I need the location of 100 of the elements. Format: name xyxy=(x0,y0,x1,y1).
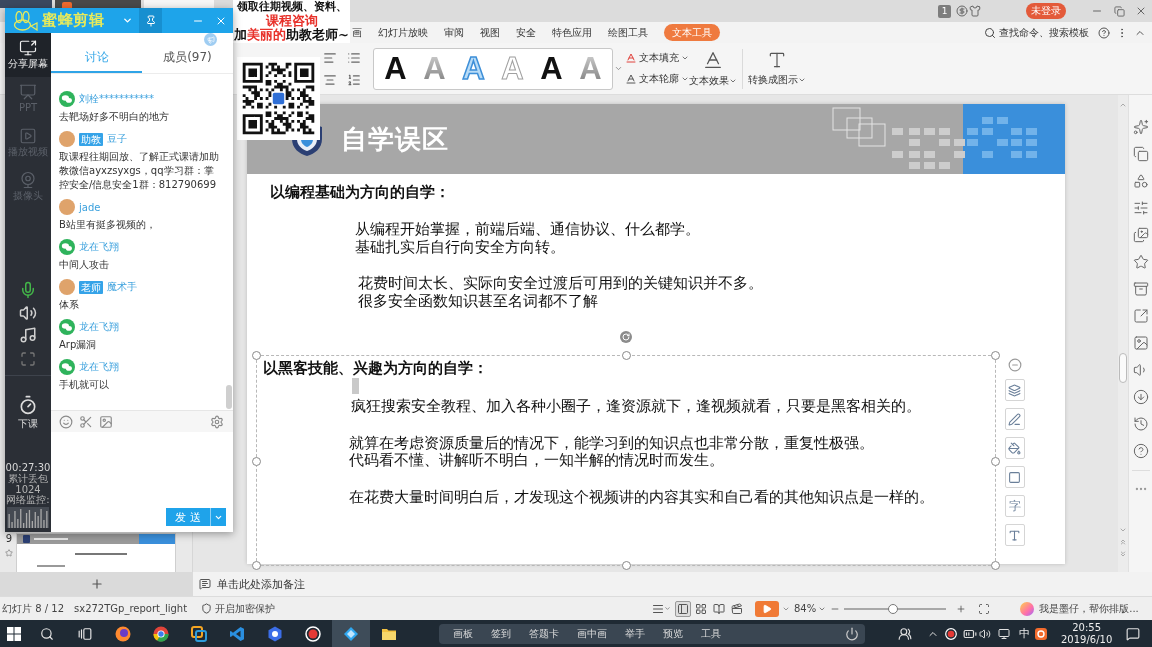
scrollbar-thumb[interactable] xyxy=(226,385,232,409)
speaker-icon[interactable] xyxy=(19,304,37,322)
ribbon-tab[interactable]: 审阅 xyxy=(444,24,464,41)
expand-icon[interactable] xyxy=(20,351,36,367)
fit-window-button[interactable] xyxy=(978,602,991,615)
microphone-icon[interactable] xyxy=(19,281,37,299)
music-icon[interactable] xyxy=(19,326,37,344)
text-outline-button[interactable]: 文本轮廓 xyxy=(625,71,689,87)
help-icon[interactable] xyxy=(1132,443,1149,459)
star-icon[interactable] xyxy=(1132,254,1149,270)
resize-handle[interactable] xyxy=(621,351,631,360)
monitor-icon[interactable] xyxy=(998,627,1010,640)
shapes-icon[interactable] xyxy=(1132,173,1149,189)
record-icon[interactable] xyxy=(945,627,957,640)
view-mode-button[interactable] xyxy=(729,600,745,617)
resize-handle[interactable] xyxy=(990,351,1000,360)
resize-handle[interactable] xyxy=(621,561,631,570)
text-style-sample[interactable]: A xyxy=(376,50,415,87)
resize-handle[interactable] xyxy=(251,561,261,570)
border-button[interactable] xyxy=(1004,466,1025,488)
resize-handle[interactable] xyxy=(251,457,261,466)
align-left-icon[interactable] xyxy=(323,50,337,65)
archive-icon[interactable] xyxy=(1132,281,1149,297)
layers-button[interactable] xyxy=(1004,379,1025,401)
slide-thumbnail[interactable] xyxy=(16,533,176,572)
play-button[interactable] xyxy=(755,600,779,617)
end-class-button[interactable]: 下课 xyxy=(18,395,38,430)
history-icon[interactable] xyxy=(1132,416,1149,432)
class-tool-button[interactable]: 答题卡 xyxy=(529,626,559,641)
settings-icon[interactable] xyxy=(210,414,224,429)
ribbon-tab[interactable]: 画 xyxy=(352,24,362,41)
command-search-field[interactable]: 查找命令、搜索模板 xyxy=(999,27,1092,38)
input-app-icon[interactable] xyxy=(1035,627,1047,640)
class-tool-button[interactable]: 举手 xyxy=(625,626,645,641)
text-style-sample[interactable]: A xyxy=(532,50,571,87)
class-tool-button[interactable]: 工具 xyxy=(701,626,721,641)
collapse-icon[interactable] xyxy=(1007,358,1022,372)
shirt-icon[interactable] xyxy=(969,5,981,17)
zoom-in-button[interactable] xyxy=(956,603,967,614)
text-box-button[interactable] xyxy=(1004,524,1025,546)
images-icon[interactable] xyxy=(1132,227,1149,243)
pin-button[interactable] xyxy=(139,8,162,33)
previous-slide-icon[interactable] xyxy=(1119,538,1127,546)
ribbon-tab[interactable]: 绘图工具 xyxy=(608,24,648,41)
text-fill-button[interactable]: 文本填充 xyxy=(625,50,689,66)
class-tool-button[interactable]: 画板 xyxy=(453,626,473,641)
gallery-more-icon[interactable] xyxy=(614,64,623,73)
resize-handle[interactable] xyxy=(251,351,261,360)
text-effect-button[interactable]: 文本效果 xyxy=(689,49,737,88)
taskbar-app-button[interactable] xyxy=(332,620,370,647)
ribbon-tab[interactable]: 特色应用 xyxy=(552,24,592,41)
resize-handle[interactable] xyxy=(990,561,1000,570)
power-icon[interactable] xyxy=(845,626,859,641)
scissors-icon[interactable] xyxy=(79,414,93,429)
ribbon-tab[interactable]: 视图 xyxy=(480,24,500,41)
help-icon[interactable] xyxy=(1098,26,1110,39)
share-icon[interactable] xyxy=(1132,308,1149,324)
encryption-button[interactable]: 开启加密保护 xyxy=(201,601,276,616)
view-mode-button[interactable] xyxy=(675,600,691,617)
class-tool-button[interactable]: 签到 xyxy=(491,626,511,641)
sliders-icon[interactable] xyxy=(1132,200,1149,216)
image-icon[interactable] xyxy=(1132,335,1149,351)
bullet-list-icon[interactable] xyxy=(347,50,361,65)
character-button[interactable]: 字 xyxy=(1004,495,1025,517)
notification-icon[interactable] xyxy=(1126,626,1141,641)
volume-icon[interactable] xyxy=(979,627,991,640)
search-icon[interactable] xyxy=(984,26,996,39)
align-center-icon[interactable] xyxy=(323,72,337,87)
notes-field[interactable]: 单击此处添加备注 xyxy=(217,577,1152,591)
numbered-list-icon[interactable] xyxy=(347,72,361,87)
next-slide-icon[interactable] xyxy=(1119,550,1127,558)
people-icon[interactable] xyxy=(898,626,912,641)
scroll-up-icon[interactable] xyxy=(1119,101,1127,109)
zoom-level-dropdown[interactable]: 84% xyxy=(794,603,827,614)
image-icon[interactable] xyxy=(99,414,113,429)
class-tool-button[interactable]: 画中画 xyxy=(577,626,607,641)
share-screen-button[interactable]: 分享屏幕 xyxy=(5,33,51,77)
chat-tab[interactable]: 成员(97) xyxy=(142,43,233,73)
copy-icon[interactable] xyxy=(1132,146,1149,162)
book-icon xyxy=(713,602,725,615)
convert-to-diagram-button[interactable]: 转换成图示 xyxy=(748,50,806,87)
task-view-icon xyxy=(78,626,92,641)
resize-handle[interactable] xyxy=(990,457,1000,466)
document-tab[interactable] xyxy=(55,0,141,8)
role-badge: 老师 xyxy=(79,280,103,294)
download-icon[interactable] xyxy=(1132,389,1149,405)
fill-button[interactable] xyxy=(1004,437,1025,459)
pen-button[interactable] xyxy=(1004,408,1025,430)
scroll-down-icon[interactable] xyxy=(1119,526,1127,534)
rotate-handle[interactable] xyxy=(619,331,632,343)
class-tool-button[interactable]: 预览 xyxy=(663,626,683,641)
emoji-icon[interactable] xyxy=(59,414,73,429)
scrollbar-thumb[interactable] xyxy=(1119,353,1127,383)
input-method-indicator[interactable]: 中 xyxy=(1019,626,1030,641)
login-button[interactable]: 未登录 xyxy=(1026,3,1066,19)
ribbon-tab[interactable]: 安全 xyxy=(516,24,536,41)
sparkles-icon[interactable] xyxy=(1132,119,1149,135)
slider-thumb[interactable] xyxy=(888,603,899,614)
ribbon-tab[interactable]: 幻灯片放映 xyxy=(378,24,428,41)
coin-icon[interactable] xyxy=(956,5,968,17)
